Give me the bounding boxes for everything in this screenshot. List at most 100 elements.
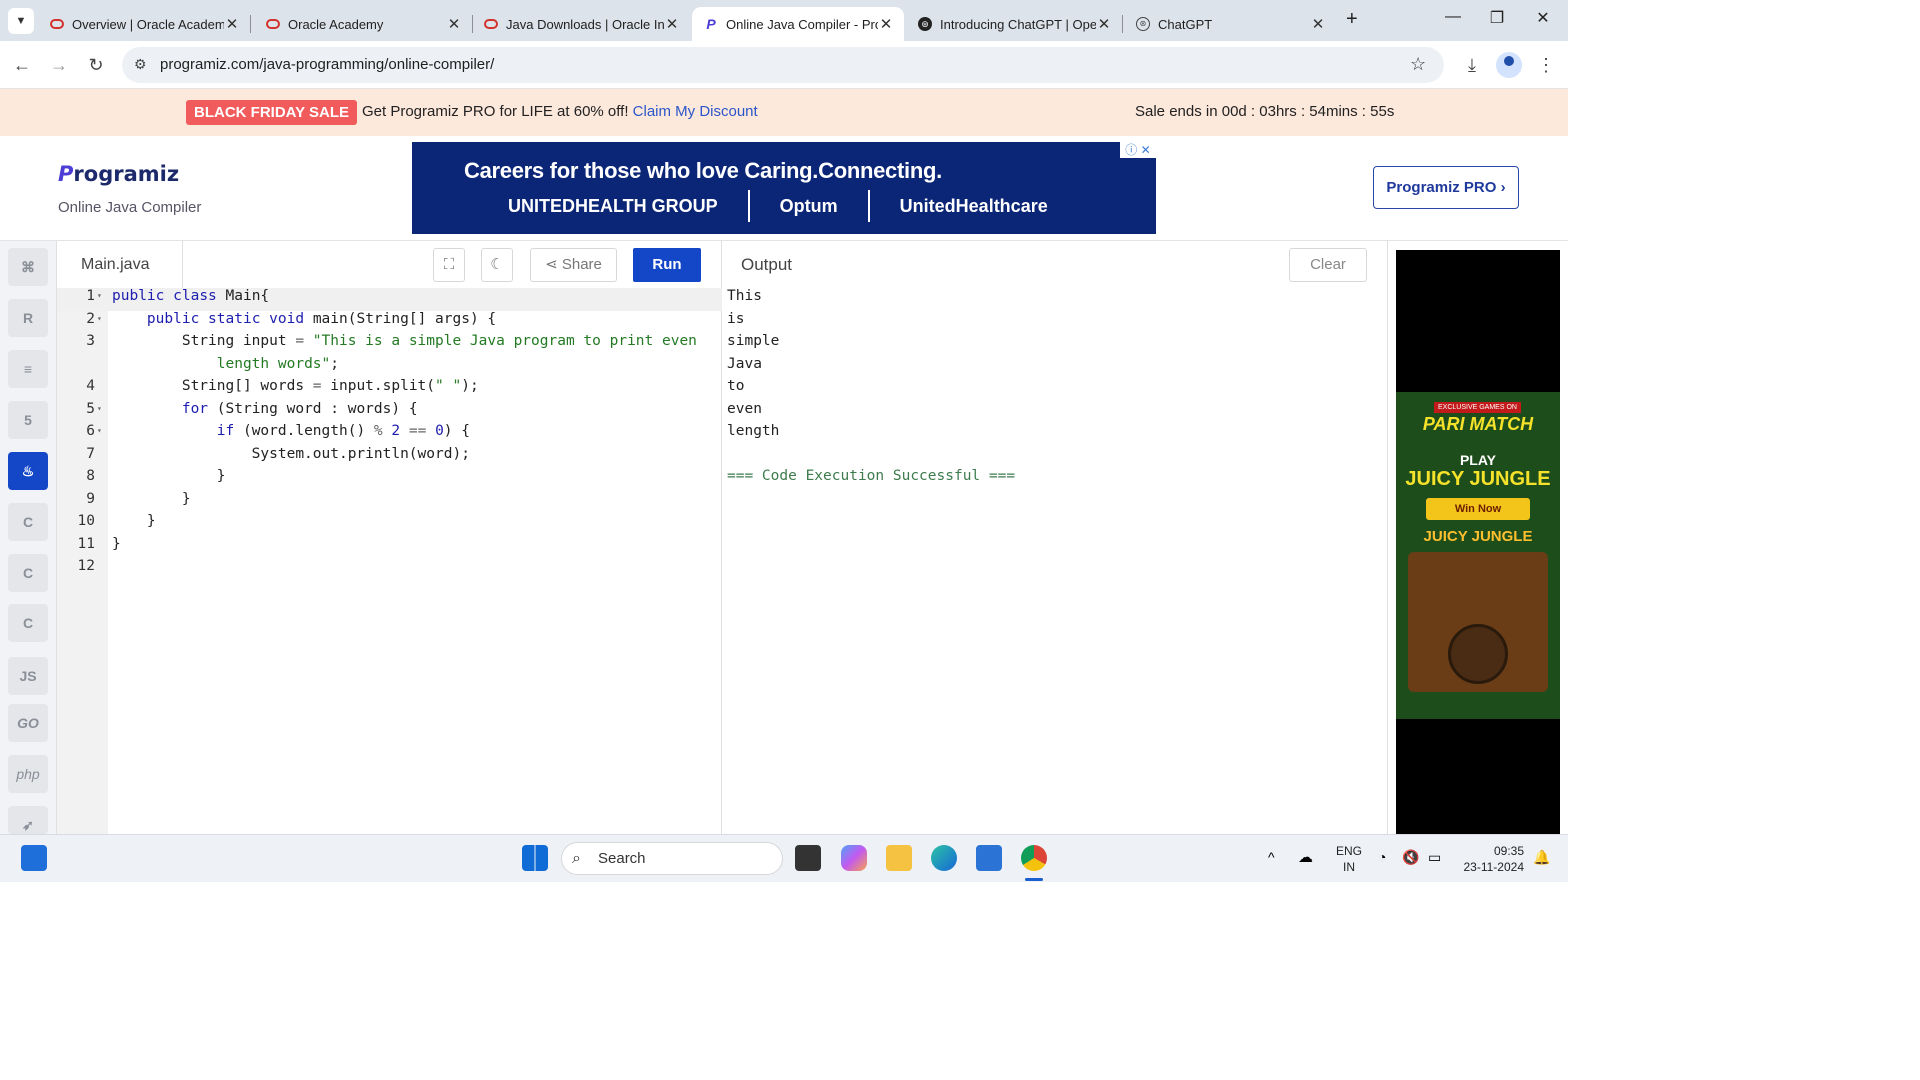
close-tab-icon[interactable]: ✕ (224, 15, 240, 33)
code-line: 2 ▾ public static void main(String[] args… (86, 310, 497, 327)
ad-cta-button[interactable]: Win Now (1426, 498, 1530, 520)
browser-tab[interactable]: ⊛ Introducing ChatGPT | Ope ✕ (906, 7, 1123, 41)
back-icon[interactable]: ← (8, 51, 36, 79)
tab-separator (250, 15, 251, 33)
restore-icon[interactable]: ❐ (1482, 8, 1512, 28)
fold-icon[interactable]: ▾ (97, 314, 102, 323)
swift-icon[interactable]: ➶ (8, 806, 48, 834)
active-app-indicator (1025, 878, 1043, 881)
close-tab-icon[interactable]: ✕ (446, 15, 462, 33)
fullscreen-icon[interactable]: ⛶ (433, 248, 465, 282)
browser-tab[interactable]: Java Downloads | Oracle In ✕ (472, 7, 690, 41)
sale-badge: BLACK FRIDAY SALE (186, 100, 358, 125)
browser-tab-active[interactable]: P Online Java Compiler - Pro ✕ (692, 7, 904, 41)
download-icon[interactable]: ⤓ (1458, 51, 1486, 79)
close-tab-icon[interactable]: ✕ (664, 15, 680, 33)
ad-brands: UNITEDHEALTH GROUP Optum UnitedHealthcar… (508, 190, 1048, 222)
browser-tab[interactable]: Overview | Oracle Academy ✕ (38, 7, 251, 41)
csharp-icon[interactable]: C (8, 604, 48, 642)
address-bar[interactable]: ⚙ programiz.com/java-programming/online-… (122, 47, 1444, 83)
site-info-icon[interactable]: ⚙ (134, 56, 147, 73)
code-area[interactable]: 1 ▾ public class Main{ 2 ▾ public static vo… (57, 288, 722, 581)
ad-close-icon[interactable]: ⓘ ✕ (1120, 142, 1156, 158)
java-icon[interactable]: ♨ (8, 452, 48, 490)
r-icon[interactable]: R (8, 299, 48, 337)
reload-icon[interactable]: ↻ (82, 51, 110, 79)
task-view-icon[interactable] (795, 845, 821, 871)
ad-tag: EXCLUSIVE GAMES ON (1434, 402, 1521, 413)
code-line: 9 } (86, 490, 191, 507)
store-icon[interactable] (976, 845, 1002, 871)
volume-muted-icon[interactable]: 🔇 (1402, 849, 1419, 866)
windows-start-icon[interactable] (522, 845, 548, 871)
close-tab-icon[interactable]: ✕ (878, 15, 894, 33)
ad-divider (747, 190, 750, 222)
widgets-icon[interactable] (21, 845, 47, 871)
browser-tab[interactable]: ⊛ ChatGPT ✕ (1124, 7, 1336, 41)
fold-icon[interactable]: ▾ (97, 291, 102, 300)
close-window-icon[interactable]: ✕ (1528, 8, 1558, 28)
profile-avatar-icon[interactable] (1496, 52, 1522, 78)
edge-icon[interactable] (931, 845, 957, 871)
taskbar-search[interactable]: ⌕ Search (561, 842, 783, 875)
html-icon[interactable]: 5 (8, 401, 48, 439)
tab-separator (1122, 15, 1123, 33)
onedrive-icon[interactable]: ☁ (1298, 848, 1313, 866)
fold-icon[interactable]: ▾ (97, 426, 102, 435)
tab-title: Overview | Oracle Academy (72, 16, 224, 32)
minimize-icon[interactable]: — (1438, 8, 1468, 26)
tab-title: ChatGPT (1158, 16, 1213, 32)
menu-kebab-icon[interactable]: ⋮ (1532, 51, 1560, 79)
c-icon[interactable]: C (8, 503, 48, 541)
tab-search-button[interactable]: ▼ (8, 8, 34, 34)
code-line: 3 String input = "This is a simple Java … (86, 333, 697, 349)
run-button[interactable]: Run (633, 248, 701, 282)
code-line: 1 ▾ public class Main{ (57, 288, 722, 311)
fold-icon[interactable]: ▾ (97, 404, 102, 413)
chrome-icon[interactable] (1021, 845, 1047, 871)
battery-icon[interactable]: ▭ (1428, 849, 1441, 866)
ad-play-text: PLAY (1459, 452, 1497, 468)
programiz-pro-button[interactable]: Programiz PRO › (1373, 166, 1519, 209)
programiz-logo[interactable]: Programiz (58, 162, 179, 186)
input-language[interactable]: ENG IN (1336, 843, 1362, 875)
chevron-up-icon[interactable]: ^ (1268, 849, 1275, 865)
clock[interactable]: 09:35 23-11-2024 (1460, 843, 1525, 875)
new-tab-icon[interactable]: + (1346, 8, 1358, 31)
notification-bell-icon[interactable]: 🔔 (1533, 849, 1550, 866)
output-line: is (727, 310, 745, 327)
openai-icon: ⊛ (918, 17, 932, 31)
banner-ad[interactable]: Careers for those who love Caring.Connec… (412, 142, 1156, 234)
sql-database-icon[interactable]: ≡ (8, 350, 48, 388)
output-line: This (727, 288, 762, 304)
copilot-icon[interactable] (841, 845, 867, 871)
php-icon[interactable]: php (8, 755, 48, 793)
oracle-icon (50, 19, 64, 29)
file-tab[interactable]: Main.java (57, 241, 183, 288)
claim-discount-link[interactable]: Claim My Discount (633, 103, 758, 120)
dark-mode-icon[interactable]: ☾ (481, 248, 513, 282)
browser-tab[interactable]: Oracle Academy ✕ (254, 7, 473, 41)
url-text[interactable]: programiz.com/java-programming/online-co… (160, 56, 494, 73)
site-header: Programiz Online Java Compiler Careers f… (0, 136, 1568, 241)
tab-title: Oracle Academy (288, 16, 384, 32)
game-ad-creative[interactable]: EXCLUSIVE GAMES ON PARI MATCH PLAY JUICY… (1396, 392, 1560, 719)
python-icon[interactable]: ⌘ (8, 248, 48, 286)
go-icon[interactable]: GO (8, 704, 48, 742)
page-subtitle: Online Java Compiler (58, 199, 202, 216)
wifi-icon[interactable]: ◔ (1378, 849, 1386, 865)
javascript-icon[interactable]: JS (8, 657, 48, 695)
side-ad[interactable]: EXCLUSIVE GAMES ON PARI MATCH PLAY JUICY… (1396, 250, 1560, 834)
code-line: 8 } (86, 468, 226, 484)
share-button[interactable]: ⋖ Share (530, 248, 617, 282)
cpp-icon[interactable]: C (8, 554, 48, 592)
language-sidebar: ⌘ R ≡ 5 ♨ C C C JS GO php ➶ (0, 241, 57, 834)
bookmark-star-icon[interactable]: ☆ (1410, 54, 1426, 75)
close-tab-icon[interactable]: ✕ (1096, 15, 1112, 33)
file-explorer-icon[interactable] (886, 845, 912, 871)
output-console[interactable]: This is simple Java to even length === C… (727, 288, 1015, 491)
clear-button[interactable]: Clear (1289, 248, 1367, 282)
forward-icon[interactable]: → (45, 51, 73, 79)
close-tab-icon[interactable]: ✕ (1310, 15, 1326, 33)
date-text: 23-11-2024 (1463, 860, 1525, 874)
